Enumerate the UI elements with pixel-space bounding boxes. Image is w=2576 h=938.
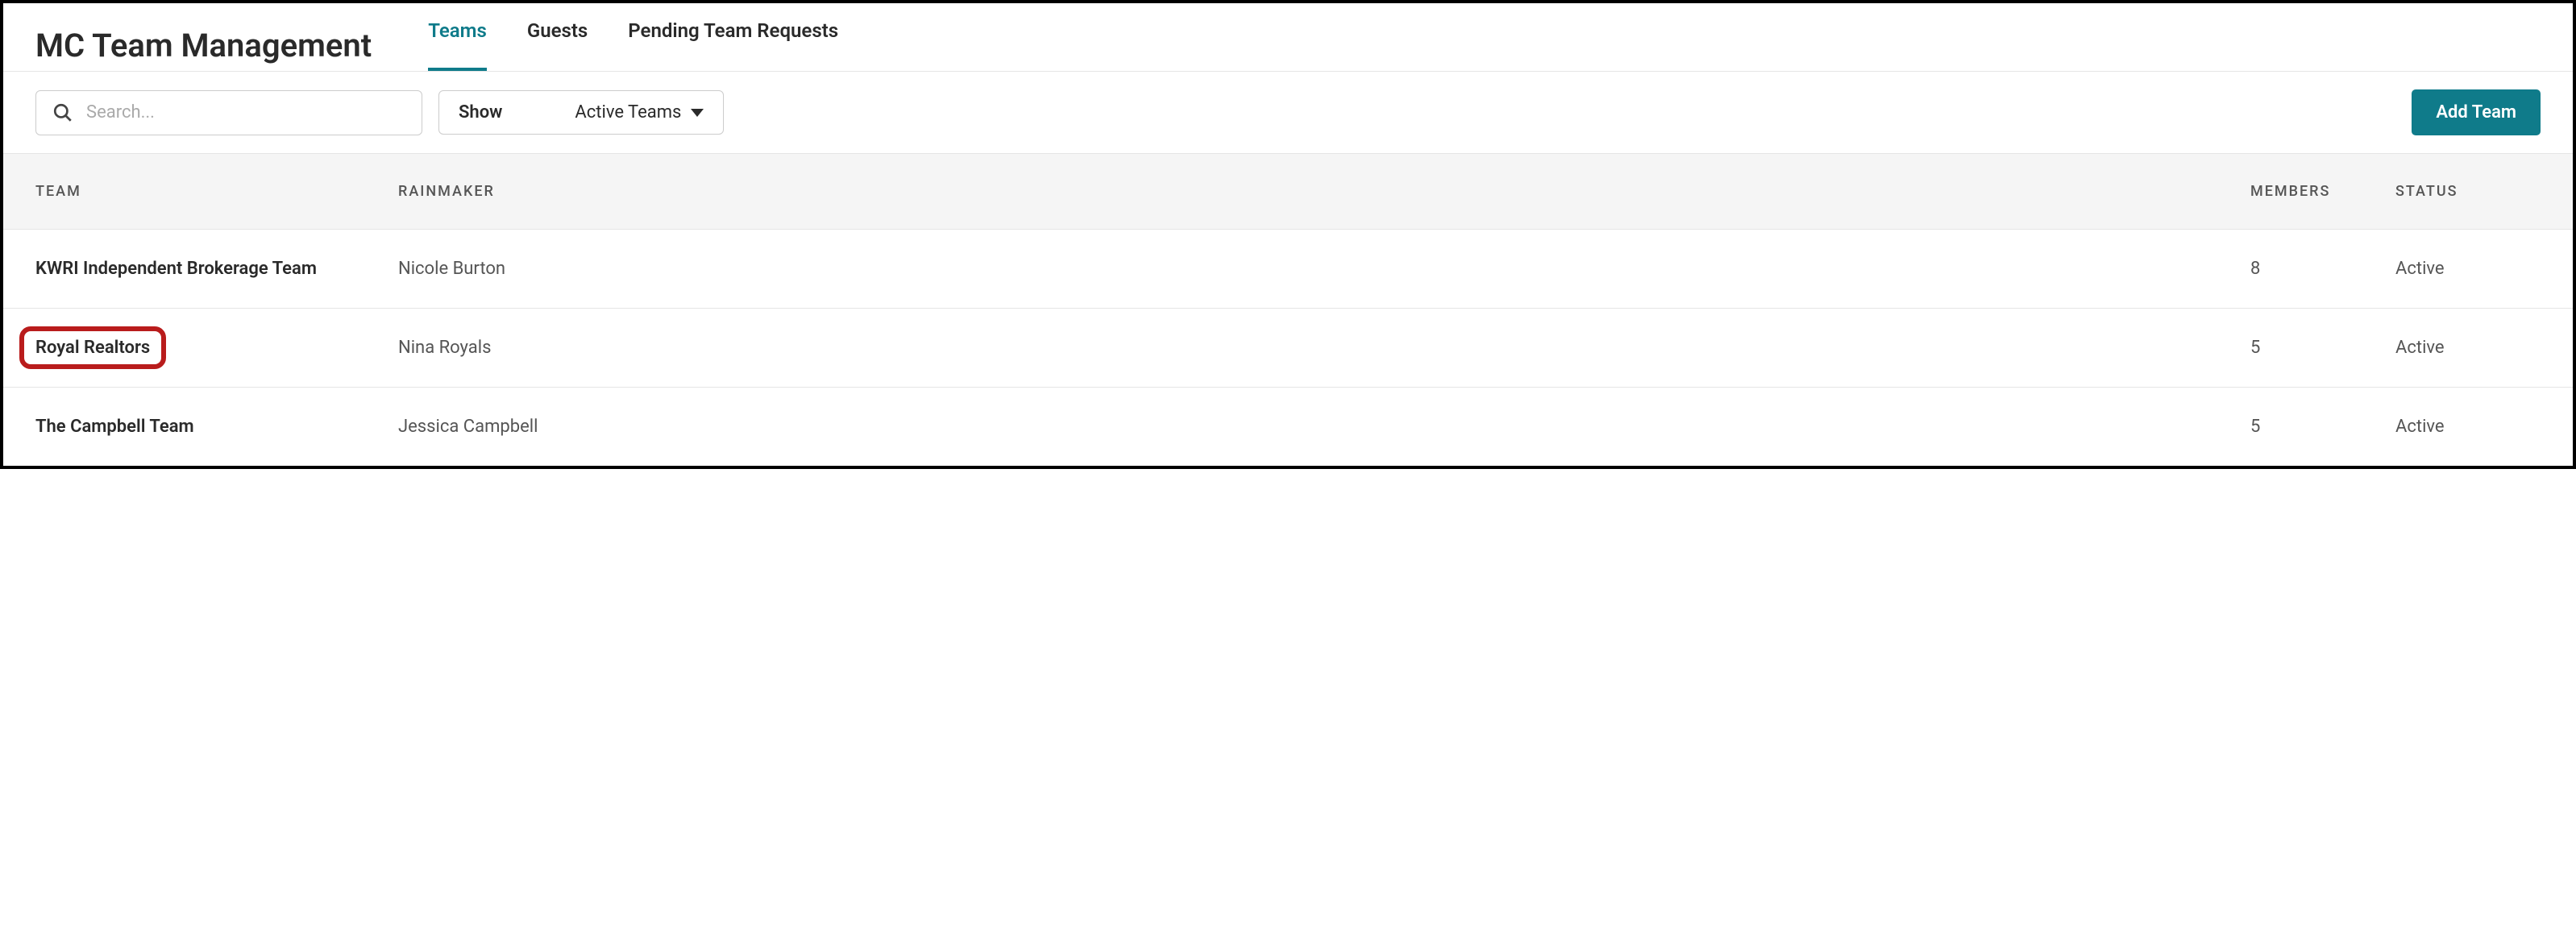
table-row: KWRI Independent Brokerage Team Nicole B… bbox=[3, 230, 2573, 309]
table-row: Royal Realtors Nina Royals 5 Active bbox=[3, 309, 2573, 388]
filter-value: Active Teams bbox=[575, 102, 704, 122]
header: MC Team Management Teams Guests Pending … bbox=[3, 3, 2573, 72]
tab-teams[interactable]: Teams bbox=[428, 19, 487, 71]
tabs: Teams Guests Pending Team Requests bbox=[428, 19, 838, 71]
filter-label: Show bbox=[459, 102, 502, 122]
column-header-status: STATUS bbox=[2395, 183, 2541, 200]
members-cell: 5 bbox=[2250, 417, 2395, 437]
status-cell: Active bbox=[2395, 259, 2541, 279]
status-cell: Active bbox=[2395, 417, 2541, 437]
filter-dropdown[interactable]: Show Active Teams bbox=[438, 90, 724, 135]
teams-table: TEAM RAINMAKER MEMBERS STATUS KWRI Indep… bbox=[3, 153, 2573, 466]
highlight-annotation: Royal Realtors bbox=[19, 326, 166, 369]
column-header-members: MEMBERS bbox=[2250, 183, 2395, 200]
tab-pending-requests[interactable]: Pending Team Requests bbox=[628, 19, 838, 71]
column-header-rainmaker: RAINMAKER bbox=[398, 183, 2250, 200]
search-icon bbox=[52, 102, 73, 123]
team-name-text: Royal Realtors bbox=[35, 338, 150, 358]
add-team-button[interactable]: Add Team bbox=[2412, 89, 2541, 135]
members-cell: 5 bbox=[2250, 338, 2395, 358]
filter-value-text: Active Teams bbox=[575, 102, 681, 122]
table-row: The Campbell Team Jessica Campbell 5 Act… bbox=[3, 388, 2573, 466]
controls-bar: Show Active Teams Add Team bbox=[3, 72, 2573, 153]
page-title: MC Team Management bbox=[35, 27, 372, 64]
caret-down-icon bbox=[691, 109, 704, 117]
team-name-link[interactable]: The Campbell Team bbox=[35, 417, 398, 437]
table-header: TEAM RAINMAKER MEMBERS STATUS bbox=[3, 153, 2573, 230]
team-name-link[interactable]: Royal Realtors bbox=[35, 338, 398, 358]
search-box[interactable] bbox=[35, 90, 422, 135]
rainmaker-cell: Nicole Burton bbox=[398, 259, 2250, 279]
search-input[interactable] bbox=[86, 102, 405, 122]
rainmaker-cell: Nina Royals bbox=[398, 338, 2250, 358]
status-cell: Active bbox=[2395, 338, 2541, 358]
column-header-team: TEAM bbox=[35, 183, 398, 200]
team-name-link[interactable]: KWRI Independent Brokerage Team bbox=[35, 259, 398, 279]
members-cell: 8 bbox=[2250, 259, 2395, 279]
rainmaker-cell: Jessica Campbell bbox=[398, 417, 2250, 437]
tab-guests[interactable]: Guests bbox=[527, 19, 588, 71]
